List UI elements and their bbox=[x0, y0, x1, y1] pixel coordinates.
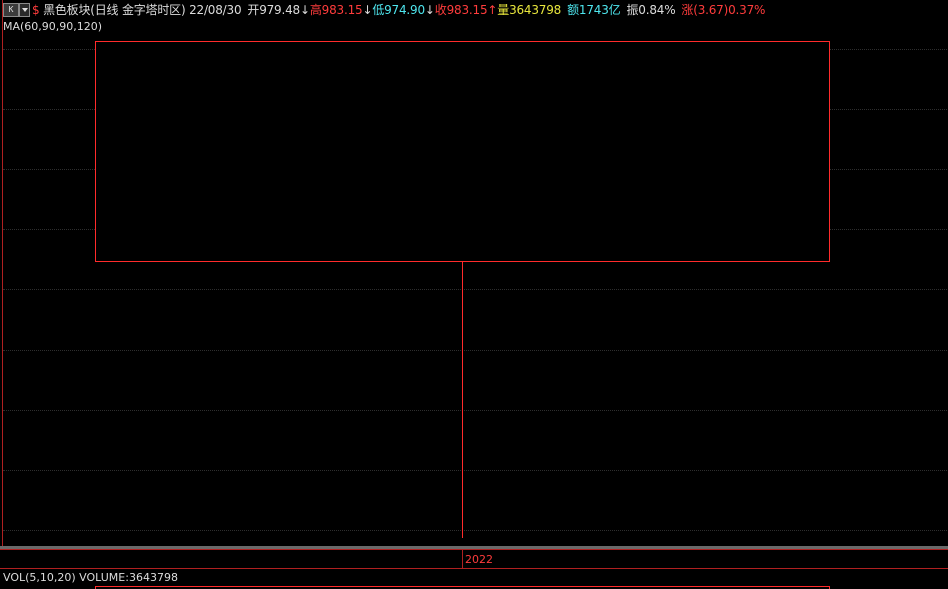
candlestick-body[interactable] bbox=[95, 41, 830, 262]
low-value: 974.90 bbox=[384, 3, 425, 17]
date-axis: 2022 bbox=[0, 549, 948, 569]
dollar-icon: $ bbox=[32, 3, 40, 17]
k-line-button[interactable]: K bbox=[3, 3, 19, 17]
amount-value: 1743亿 bbox=[578, 3, 621, 17]
close-label: 收 bbox=[434, 3, 447, 17]
year-tick bbox=[462, 550, 463, 568]
ma-legend: MA(60,90,90,120) bbox=[3, 20, 103, 33]
volume-value: 3643798 bbox=[509, 3, 562, 17]
change-value: (3.67)0.37% bbox=[693, 3, 766, 17]
amplitude-label: 振 bbox=[626, 3, 639, 17]
quote-date: 22/08/30 bbox=[189, 3, 242, 17]
open-label: 开 bbox=[247, 3, 260, 17]
chevron-down-icon bbox=[21, 8, 28, 12]
amplitude-value: 0.84% bbox=[638, 3, 676, 17]
open-value: 979.48 bbox=[259, 3, 300, 17]
grid-line bbox=[3, 530, 948, 531]
chart-title: 黑色板块(日线 金字塔时区) bbox=[43, 3, 186, 17]
volume-legend: VOL(5,10,20) VOLUME:3643798 bbox=[3, 571, 178, 584]
low-label: 低 bbox=[372, 3, 385, 17]
close-value: 983.15 bbox=[446, 3, 488, 17]
candlestick-wick bbox=[462, 261, 463, 538]
year-label: 2022 bbox=[465, 553, 493, 566]
grid-line bbox=[3, 410, 948, 411]
volume-label: 量 bbox=[497, 3, 510, 17]
low-arrow-icon: ↓ bbox=[424, 3, 435, 17]
grid-line bbox=[3, 350, 948, 351]
kline-chart-window: K $ 黑色板块(日线 金字塔时区) 22/08/30 开979.48↓高983.… bbox=[0, 0, 948, 589]
amount-label: 额 bbox=[567, 3, 579, 17]
k-line-dropdown-button[interactable] bbox=[19, 3, 30, 17]
open-arrow-icon: ↓ bbox=[299, 3, 310, 17]
close-arrow-icon: ↑ bbox=[487, 3, 498, 17]
grid-line bbox=[3, 289, 948, 290]
quote-info-text: $ 黑色板块(日线 金字塔时区) 22/08/30 开979.48↓高983.15… bbox=[32, 0, 765, 20]
change-label: 涨 bbox=[681, 3, 694, 17]
high-label: 高 bbox=[309, 3, 322, 17]
high-arrow-icon: ↓ bbox=[362, 3, 373, 17]
high-value: 983.15 bbox=[321, 3, 363, 17]
quote-info-bar: K $ 黑色板块(日线 金字塔时区) 22/08/30 开979.48↓高983.… bbox=[0, 0, 948, 20]
grid-line bbox=[3, 470, 948, 471]
